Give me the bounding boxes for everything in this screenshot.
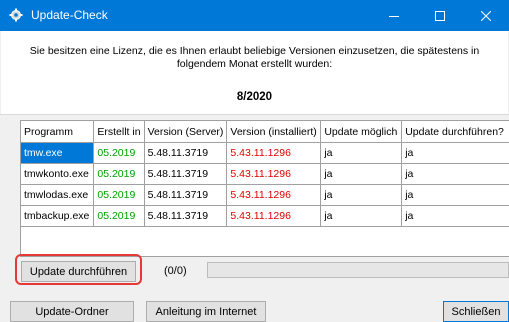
column-header-programm[interactable]: Programm bbox=[21, 121, 95, 143]
cell-update-moeglich[interactable]: ja bbox=[320, 142, 403, 164]
cell-erstellt[interactable]: 05.2019 bbox=[93, 205, 145, 227]
internet-guide-button[interactable]: Anleitung im Internet bbox=[146, 301, 266, 322]
maximize-icon bbox=[435, 10, 445, 21]
cell-version-installiert[interactable]: 5.43.11.1296 bbox=[226, 184, 322, 206]
cell-programm[interactable]: tmw.exe bbox=[21, 142, 95, 164]
column-header-version-server[interactable]: Version (Server) bbox=[144, 121, 228, 143]
cell-version-server[interactable]: 5.48.11.3719 bbox=[144, 205, 228, 227]
table-row[interactable]: tmwkonto.exe 05.2019 5.48.11.3719 5.43.1… bbox=[21, 163, 509, 185]
column-header-update-moeglich[interactable]: Update möglich bbox=[320, 121, 403, 143]
column-header-version-installiert[interactable]: Version (installiert) bbox=[226, 121, 322, 143]
license-info-text: Sie besitzen eine Lizenz, die es Ihnen e… bbox=[29, 45, 480, 70]
table-row[interactable]: tmw.exe 05.2019 5.48.11.3719 5.43.11.129… bbox=[21, 142, 509, 164]
cell-update-durchfuehren[interactable]: ja bbox=[401, 142, 509, 164]
program-table[interactable]: Programm Erstellt in Version (Server) Ve… bbox=[20, 120, 509, 257]
column-header-erstellt[interactable]: Erstellt in bbox=[93, 121, 145, 143]
cell-programm[interactable]: tmwlodas.exe bbox=[21, 184, 95, 206]
cell-update-moeglich[interactable]: ja bbox=[320, 184, 403, 206]
cell-version-server[interactable]: 5.48.11.3719 bbox=[144, 184, 228, 206]
progress-bar bbox=[207, 262, 509, 278]
table-row[interactable]: tmwlodas.exe 05.2019 5.48.11.3719 5.43.1… bbox=[21, 184, 509, 206]
title-bar: Update-Check bbox=[0, 0, 509, 31]
cell-update-durchfuehren[interactable]: ja bbox=[401, 163, 509, 185]
cell-erstellt[interactable]: 05.2019 bbox=[93, 142, 145, 164]
update-check-window: Update-Check Sie besitzen eine Lizenz, d… bbox=[0, 0, 509, 322]
cell-update-moeglich[interactable]: ja bbox=[320, 205, 403, 227]
progress-counter: (0/0) bbox=[164, 265, 187, 277]
maximize-button[interactable] bbox=[417, 0, 463, 31]
cell-update-durchfuehren[interactable]: ja bbox=[401, 184, 509, 206]
table-header-row: Programm Erstellt in Version (Server) Ve… bbox=[21, 121, 509, 143]
close-window-button[interactable] bbox=[463, 0, 509, 31]
cell-programm[interactable]: tmwkonto.exe bbox=[21, 163, 95, 185]
cell-version-server[interactable]: 5.48.11.3719 bbox=[144, 163, 228, 185]
update-button[interactable]: Update durchführen bbox=[21, 261, 136, 282]
cell-erstellt[interactable]: 05.2019 bbox=[93, 163, 145, 185]
cell-update-moeglich[interactable]: ja bbox=[320, 163, 403, 185]
minimize-button[interactable] bbox=[371, 0, 417, 31]
cell-programm[interactable]: tmbackup.exe bbox=[21, 205, 95, 227]
window-title: Update-Check bbox=[31, 8, 108, 22]
app-icon bbox=[9, 8, 23, 22]
update-folder-button[interactable]: Update-Ordner bbox=[10, 301, 134, 322]
cell-update-durchfuehren[interactable]: ja bbox=[401, 205, 509, 227]
close-icon bbox=[481, 10, 491, 21]
cell-version-installiert[interactable]: 5.43.11.1296 bbox=[226, 163, 322, 185]
license-info-panel: Sie besitzen eine Lizenz, die es Ihnen e… bbox=[1, 31, 508, 114]
table-row[interactable]: tmbackup.exe 05.2019 5.48.11.3719 5.43.1… bbox=[21, 205, 509, 227]
cell-version-server[interactable]: 5.48.11.3719 bbox=[144, 142, 228, 164]
column-header-update-durchfuehren[interactable]: Update durchführen? bbox=[401, 121, 509, 143]
cell-erstellt[interactable]: 05.2019 bbox=[93, 184, 145, 206]
close-button[interactable]: Schließen bbox=[443, 301, 509, 322]
minimize-icon bbox=[389, 15, 399, 17]
divider bbox=[0, 114, 509, 115]
cell-version-installiert[interactable]: 5.43.11.1296 bbox=[226, 205, 322, 227]
license-month: 8/2020 bbox=[236, 91, 273, 103]
cell-version-installiert[interactable]: 5.43.11.1296 bbox=[226, 142, 322, 164]
